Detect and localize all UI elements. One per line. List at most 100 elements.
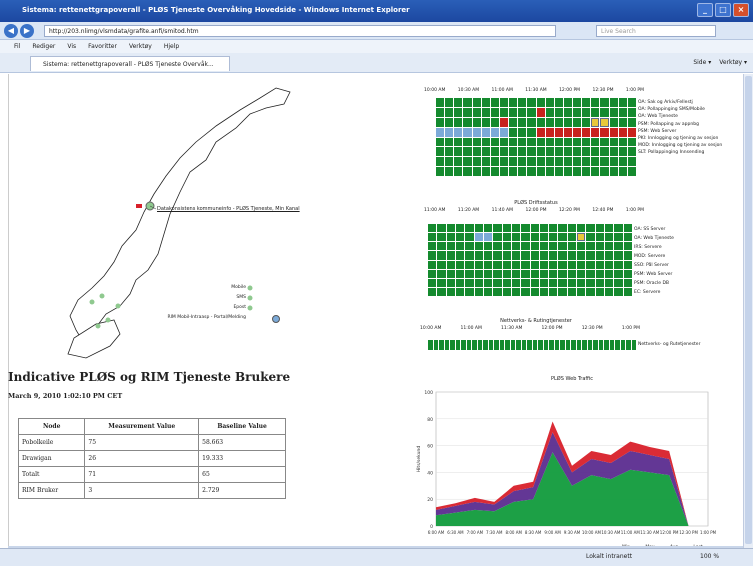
status-cell[interactable] [446, 224, 455, 233]
status-cell[interactable] [437, 224, 446, 233]
status-cell[interactable] [618, 137, 627, 147]
status-cell[interactable] [527, 340, 532, 350]
status-cell[interactable] [620, 340, 625, 350]
status-cell[interactable] [465, 287, 474, 296]
status-cell[interactable] [577, 278, 586, 287]
status-cell[interactable] [631, 340, 636, 350]
status-cell[interactable] [614, 251, 623, 260]
status-cell[interactable] [499, 157, 509, 167]
status-cell[interactable] [465, 269, 474, 278]
status-cell[interactable] [618, 117, 627, 127]
status-cell[interactable] [493, 269, 502, 278]
status-cell[interactable] [454, 98, 463, 107]
status-cell[interactable] [609, 127, 618, 137]
status-cell[interactable] [490, 98, 499, 107]
status-cell[interactable] [454, 117, 463, 127]
status-cell[interactable] [481, 167, 490, 176]
status-cell[interactable] [549, 278, 558, 287]
status-cell[interactable] [627, 107, 636, 117]
maximize-icon[interactable]: □ [715, 3, 731, 17]
status-cell[interactable] [450, 340, 455, 350]
status-cell[interactable] [474, 233, 483, 242]
status-cell[interactable] [598, 340, 603, 350]
status-cell[interactable] [483, 242, 493, 251]
status-cell[interactable] [600, 137, 609, 147]
status-cell[interactable] [545, 157, 554, 167]
map-marker[interactable] [99, 293, 105, 299]
status-cell[interactable] [618, 98, 627, 107]
status-cell[interactable] [521, 340, 526, 350]
status-cell[interactable] [527, 167, 536, 176]
status-cell[interactable] [600, 157, 609, 167]
browser-tab[interactable]: Sistema: rettenettgrapoverall - PLØS Tje… [30, 56, 230, 71]
status-cell[interactable] [609, 107, 618, 117]
status-cell[interactable] [483, 224, 493, 233]
status-cell[interactable] [549, 287, 558, 296]
status-cell[interactable] [436, 167, 445, 176]
status-cell[interactable] [600, 117, 609, 127]
status-cell[interactable] [554, 147, 563, 157]
status-cell[interactable] [609, 147, 618, 157]
status-cell[interactable] [428, 251, 437, 260]
status-cell[interactable] [600, 127, 609, 137]
status-cell[interactable] [493, 251, 502, 260]
status-cell[interactable] [539, 224, 549, 233]
map-marker[interactable] [95, 323, 101, 329]
status-cell[interactable] [618, 147, 627, 157]
status-cell[interactable] [499, 147, 509, 157]
status-cell[interactable] [511, 278, 521, 287]
status-cell[interactable] [454, 157, 463, 167]
status-cell[interactable] [483, 287, 493, 296]
status-cell[interactable] [455, 260, 465, 269]
status-cell[interactable] [446, 260, 455, 269]
status-cell[interactable] [472, 117, 481, 127]
status-cell[interactable] [530, 260, 539, 269]
status-cell[interactable] [436, 98, 445, 107]
status-cell[interactable] [527, 147, 536, 157]
status-cell[interactable] [511, 260, 521, 269]
status-cell[interactable] [463, 137, 472, 147]
status-cell[interactable] [445, 117, 454, 127]
status-cell[interactable] [511, 269, 521, 278]
status-cell[interactable] [474, 260, 483, 269]
status-cell[interactable] [509, 157, 518, 167]
status-cell[interactable] [587, 340, 592, 350]
status-cell[interactable] [591, 127, 600, 137]
status-cell[interactable] [518, 98, 527, 107]
status-cell[interactable] [582, 117, 591, 127]
status-cell[interactable] [518, 117, 527, 127]
status-cell[interactable] [614, 278, 623, 287]
status-cell[interactable] [539, 242, 549, 251]
status-cell[interactable] [595, 269, 605, 278]
back-icon[interactable]: ◀ [4, 24, 18, 38]
status-cell[interactable] [539, 260, 549, 269]
status-cell[interactable] [465, 242, 474, 251]
status-cell[interactable] [558, 278, 567, 287]
status-cell[interactable] [549, 340, 554, 350]
zoom-label[interactable]: 100 % [700, 553, 719, 560]
status-cell[interactable] [558, 242, 567, 251]
status-cell[interactable] [626, 340, 631, 350]
status-cell[interactable] [605, 251, 614, 260]
status-cell[interactable] [595, 242, 605, 251]
status-cell[interactable] [536, 167, 545, 176]
status-cell[interactable] [567, 224, 577, 233]
status-cell[interactable] [558, 287, 567, 296]
status-cell[interactable] [493, 242, 502, 251]
status-cell[interactable] [518, 107, 527, 117]
url-input[interactable]: http://203.nlimg/vlsmdata/grafite.anfi/s… [44, 25, 556, 37]
status-cell[interactable] [494, 340, 499, 350]
status-cell[interactable] [444, 340, 449, 350]
status-cell[interactable] [567, 251, 577, 260]
status-cell[interactable] [614, 260, 623, 269]
status-cell[interactable] [521, 287, 530, 296]
status-cell[interactable] [474, 269, 483, 278]
status-cell[interactable] [536, 107, 545, 117]
status-cell[interactable] [593, 340, 598, 350]
status-cell[interactable] [623, 233, 632, 242]
status-cell[interactable] [623, 242, 632, 251]
status-cell[interactable] [609, 340, 614, 350]
status-cell[interactable] [455, 278, 465, 287]
status-cell[interactable] [445, 157, 454, 167]
status-cell[interactable] [472, 127, 481, 137]
